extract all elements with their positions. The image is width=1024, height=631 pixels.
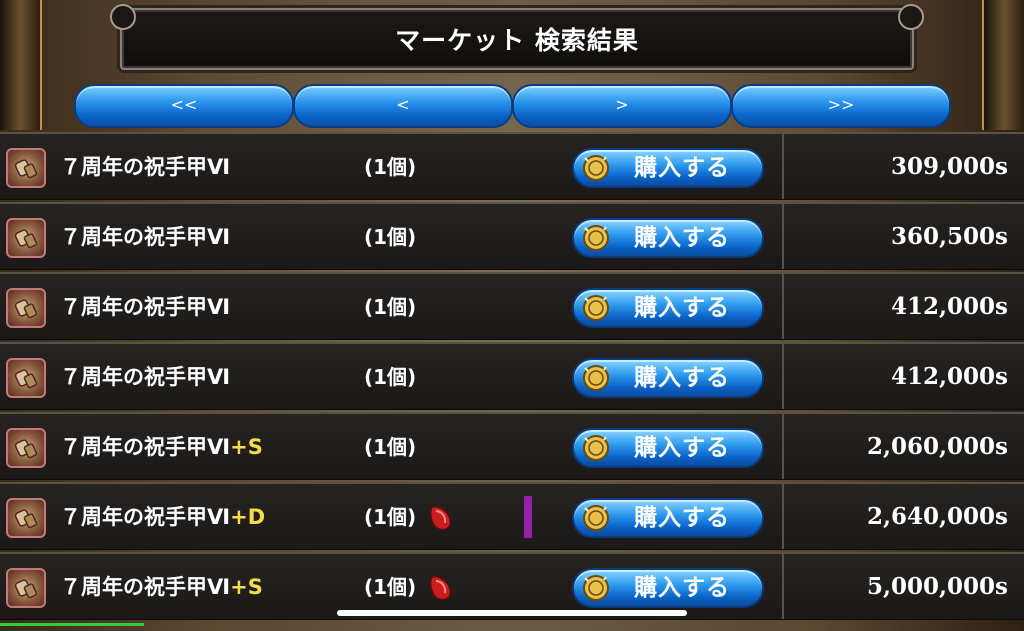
coin-icon [583, 435, 609, 461]
item-price: 412,000s [891, 293, 1008, 320]
coin-icon [583, 225, 609, 251]
item-price: 309,000s [891, 153, 1008, 180]
item-quantity: (1個) [364, 295, 417, 319]
table-row: ７周年の祝手甲Ⅵ (1個) 購入する 412,000s [0, 342, 1024, 410]
first-page-button[interactable]: << [74, 84, 294, 128]
item-name-text: ７周年の祝手甲Ⅵ [60, 365, 231, 389]
item-quantity: (1個) [364, 155, 417, 179]
item-quantity: (1個) [364, 365, 417, 389]
buy-button-label: 購入する [634, 435, 730, 461]
item-name-text: ７周年の祝手甲Ⅵ [60, 435, 231, 459]
table-row: ７周年の祝手甲Ⅵ+D (1個) 購入する 2,640,000s [0, 482, 1024, 550]
item-name: ７周年の祝手甲Ⅵ [60, 274, 230, 340]
item-name: ７周年の祝手甲Ⅵ [60, 134, 230, 200]
column-divider [782, 134, 784, 199]
coin-icon [583, 155, 609, 181]
buy-button[interactable]: 購入する [572, 428, 764, 468]
last-page-button[interactable]: >> [731, 84, 951, 128]
item-suffix: +D [230, 505, 266, 529]
item-price: 2,060,000s [867, 433, 1008, 460]
item-name: ７周年の祝手甲Ⅵ [60, 344, 230, 410]
item-quantity: (1個) [364, 435, 417, 459]
column-divider [782, 484, 784, 549]
title-bar: マーケット 検索結果 [110, 4, 924, 70]
buy-button-label: 購入する [634, 225, 730, 251]
home-indicator[interactable] [337, 610, 687, 616]
item-name: ７周年の祝手甲Ⅵ [60, 204, 230, 270]
item-name-text: ７周年の祝手甲Ⅵ [60, 575, 231, 599]
page-title: マーケット 検索結果 [395, 26, 639, 55]
red-drop-icon [429, 576, 451, 601]
buy-button[interactable]: 購入する [572, 568, 764, 608]
item-quantity: (1個) [364, 505, 417, 529]
prev-page-button[interactable]: < [293, 84, 513, 128]
column-divider [782, 204, 784, 269]
gauntlet-icon [6, 148, 46, 188]
table-row: ７周年の祝手甲Ⅵ (1個) 購入する 360,500s [0, 202, 1024, 270]
gauntlet-icon [6, 428, 46, 468]
item-name-text: ７周年の祝手甲Ⅵ [60, 295, 231, 319]
item-name: ７周年の祝手甲Ⅵ+S [60, 554, 263, 620]
buy-button[interactable]: 購入する [572, 218, 764, 258]
item-name: ７周年の祝手甲Ⅵ+D [60, 484, 265, 550]
column-divider [782, 274, 784, 339]
buy-button[interactable]: 購入する [572, 288, 764, 328]
column-divider [782, 554, 784, 619]
next-page-button[interactable]: > [512, 84, 732, 128]
left-ornament [0, 0, 42, 130]
gauntlet-icon [6, 288, 46, 328]
buy-button-label: 購入する [634, 295, 730, 321]
item-quantity: (1個) [364, 225, 417, 249]
table-row: ７周年の祝手甲Ⅵ+S (1個) 購入する 2,060,000s [0, 412, 1024, 480]
pagination-nav: << < > >> [74, 84, 951, 128]
gauntlet-icon [6, 568, 46, 608]
gauntlet-icon [6, 498, 46, 538]
buy-button-label: 購入する [634, 505, 730, 531]
highlight-marker [524, 496, 532, 538]
column-divider [782, 344, 784, 409]
column-divider [782, 414, 784, 479]
right-ornament [982, 0, 1024, 130]
item-suffix: +S [230, 435, 263, 459]
item-name-text: ７周年の祝手甲Ⅵ [60, 155, 231, 179]
buy-button[interactable]: 購入する [572, 148, 764, 188]
market-result-list: ７周年の祝手甲Ⅵ (1個) 購入する 309,000s ７周年の祝手甲Ⅵ (1個… [0, 132, 1024, 631]
buy-button[interactable]: 購入する [572, 358, 764, 398]
buy-button-label: 購入する [634, 365, 730, 391]
red-drop-icon [429, 506, 451, 531]
item-name-text: ７周年の祝手甲Ⅵ [60, 225, 231, 249]
buy-button-label: 購入する [634, 575, 730, 601]
item-price: 5,000,000s [867, 573, 1008, 600]
table-row: ７周年の祝手甲Ⅵ (1個) 購入する 309,000s [0, 132, 1024, 200]
progress-line [0, 623, 144, 626]
coin-icon [583, 505, 609, 531]
item-price: 360,500s [891, 223, 1008, 250]
item-name: ７周年の祝手甲Ⅵ+S [60, 414, 263, 480]
coin-icon [583, 365, 609, 391]
gauntlet-icon [6, 218, 46, 258]
coin-icon [583, 295, 609, 321]
buy-button[interactable]: 購入する [572, 498, 764, 538]
buy-button-label: 購入する [634, 155, 730, 181]
gauntlet-icon [6, 358, 46, 398]
coin-icon [583, 575, 609, 601]
item-price: 2,640,000s [867, 503, 1008, 530]
item-price: 412,000s [891, 363, 1008, 390]
item-name-text: ７周年の祝手甲Ⅵ [60, 505, 231, 529]
item-suffix: +S [230, 575, 263, 599]
table-row: ７周年の祝手甲Ⅵ (1個) 購入する 412,000s [0, 272, 1024, 340]
